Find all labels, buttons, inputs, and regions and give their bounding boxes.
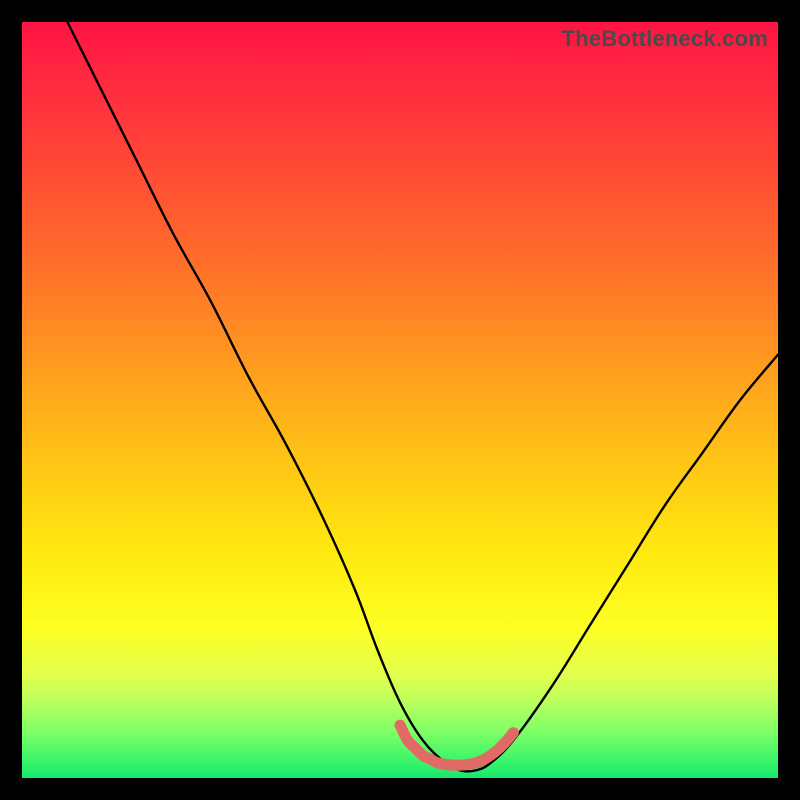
chart-frame: TheBottleneck.com (0, 0, 800, 800)
bottleneck-curve (67, 22, 778, 771)
plot-area: TheBottleneck.com (22, 22, 778, 778)
curve-layer (22, 22, 778, 778)
